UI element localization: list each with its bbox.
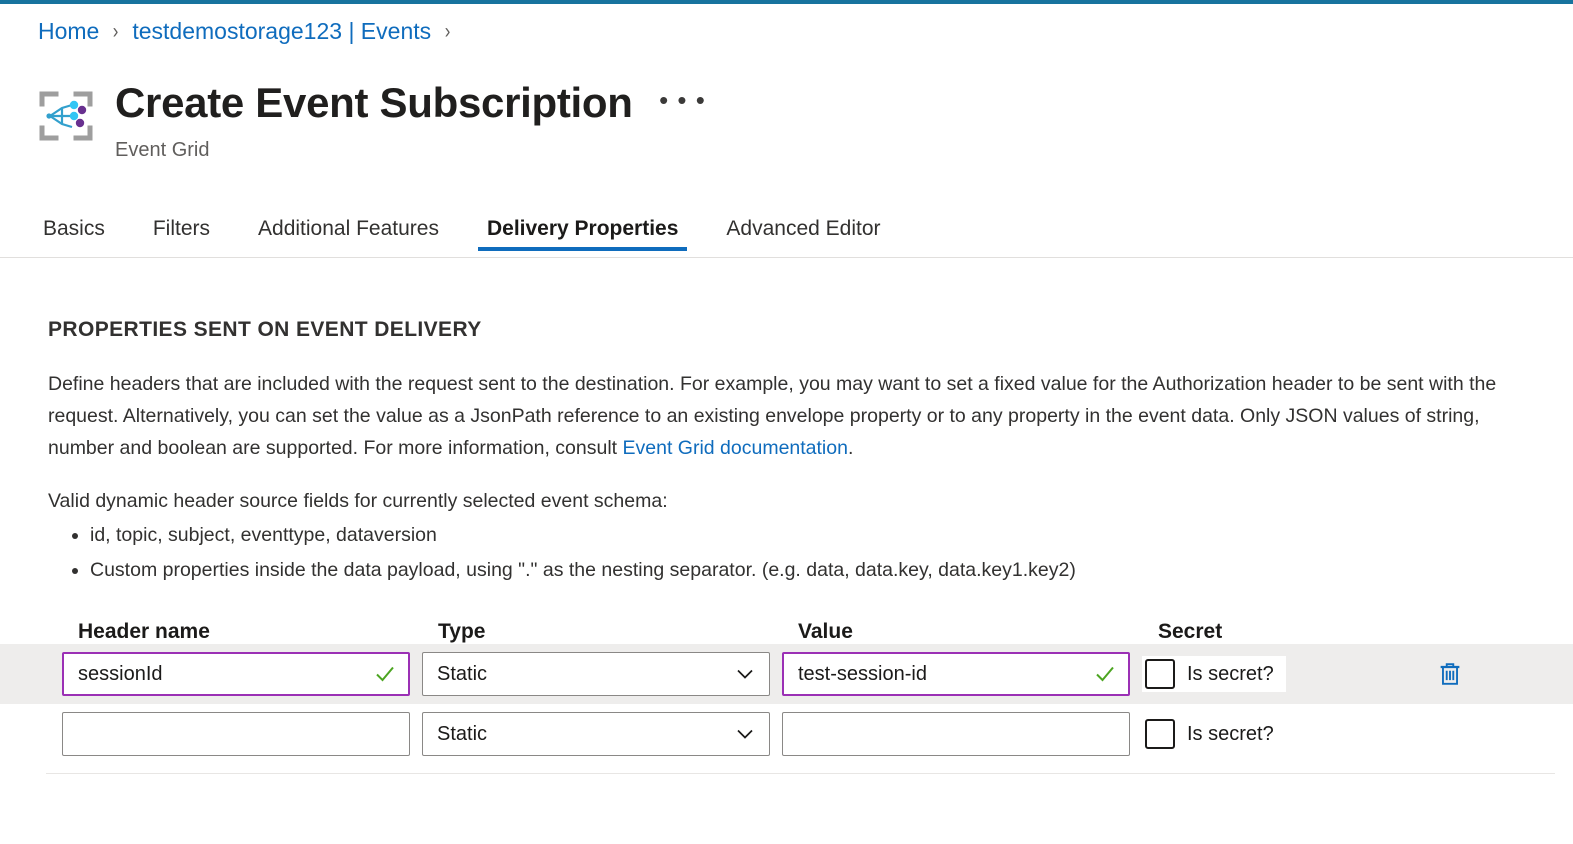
value-input-wrapper: [782, 652, 1130, 696]
is-secret-checkbox[interactable]: [1145, 659, 1175, 689]
is-secret-label[interactable]: Is secret?: [1187, 723, 1274, 746]
breadcrumb: Home › testdemostorage123 | Events ›: [38, 20, 464, 43]
description-text-part2: .: [848, 437, 853, 459]
section-description: Define headers that are included with th…: [48, 368, 1525, 464]
tab-filters[interactable]: Filters: [144, 217, 219, 257]
cell-actions: [1382, 656, 1502, 692]
value-input[interactable]: [784, 654, 1128, 694]
page-header: Create Event Subscription • • • Event Gr…: [38, 78, 707, 162]
delivery-properties-table: Header name Type Value Secret: [0, 604, 1573, 764]
breadcrumb-separator-icon: ›: [445, 21, 451, 42]
more-options-icon[interactable]: • • •: [659, 90, 707, 110]
breadcrumb-separator-icon: ›: [113, 21, 119, 42]
column-header-value: Value: [798, 620, 1158, 644]
valid-fields-list: id, topic, subject, eventtype, dataversi…: [48, 518, 1573, 588]
delivery-properties-panel: PROPERTIES SENT ON EVENT DELIVERY Define…: [0, 258, 1573, 764]
event-grid-documentation-link[interactable]: Event Grid documentation: [623, 437, 848, 459]
type-select-value: Static: [423, 723, 487, 746]
column-header-header-name: Header name: [78, 620, 438, 644]
page-title: Create Event Subscription: [115, 78, 633, 128]
chevron-down-icon: [735, 664, 755, 684]
tab-advanced-editor[interactable]: Advanced Editor: [717, 217, 889, 257]
event-grid-icon: [38, 88, 94, 144]
cell-value: [782, 652, 1142, 696]
table-row: Static Is secret?: [0, 704, 1573, 764]
tab-additional-features[interactable]: Additional Features: [249, 217, 448, 257]
table-row: Static: [0, 644, 1573, 704]
chevron-down-icon: [735, 724, 755, 744]
header-name-input[interactable]: [63, 713, 409, 755]
header-name-input-wrapper: [62, 652, 410, 696]
is-secret-label[interactable]: Is secret?: [1187, 663, 1274, 686]
value-input[interactable]: [783, 713, 1129, 755]
type-select[interactable]: Static: [422, 652, 770, 696]
cell-type: Static: [422, 652, 782, 696]
tab-delivery-properties[interactable]: Delivery Properties: [478, 217, 687, 257]
cell-type: Static: [422, 712, 782, 756]
breadcrumb-item-home[interactable]: Home: [38, 20, 99, 43]
header-name-input[interactable]: [64, 654, 408, 694]
tab-strip: Basics Filters Additional Features Deliv…: [0, 196, 1573, 258]
is-secret-checkbox-group: Is secret?: [1142, 656, 1286, 692]
page-subtitle: Event Grid: [115, 138, 707, 162]
tab-basics[interactable]: Basics: [34, 217, 114, 257]
cell-secret: Is secret?: [1142, 716, 1382, 752]
type-select-value: Static: [423, 663, 487, 686]
cell-header-name: [62, 712, 422, 756]
cell-header-name: [62, 652, 422, 696]
table-column-headers: Header name Type Value Secret: [0, 604, 1573, 644]
delete-row-button[interactable]: [1432, 656, 1468, 692]
is-secret-checkbox[interactable]: [1145, 719, 1175, 749]
section-heading: PROPERTIES SENT ON EVENT DELIVERY: [48, 318, 1573, 342]
breadcrumb-item-events[interactable]: testdemostorage123 | Events: [132, 20, 431, 43]
column-header-secret: Secret: [1158, 620, 1398, 644]
header-name-input-wrapper: [62, 712, 410, 756]
valid-fields-intro: Valid dynamic header source fields for c…: [48, 486, 1525, 516]
cell-value: [782, 712, 1142, 756]
list-item: id, topic, subject, eventtype, dataversi…: [90, 518, 1573, 553]
type-select[interactable]: Static: [422, 712, 770, 756]
top-accent-rule: [0, 0, 1573, 4]
cell-secret: Is secret?: [1142, 656, 1382, 692]
list-item: Custom properties inside the data payloa…: [90, 553, 1573, 588]
column-header-type: Type: [438, 620, 798, 644]
is-secret-checkbox-group: Is secret?: [1142, 716, 1286, 752]
value-input-wrapper: [782, 712, 1130, 756]
